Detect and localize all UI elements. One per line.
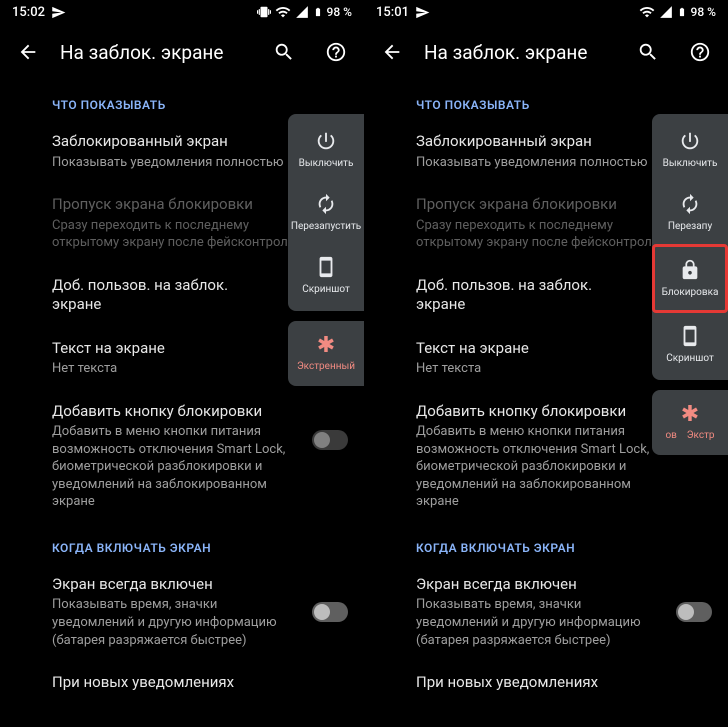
power-off-button[interactable]: Выключить	[652, 118, 728, 181]
screenshot-button[interactable]: Скриншот	[288, 244, 364, 307]
section-header-2: КОГДА ВКЛЮЧАТЬ ЭКРАН	[0, 523, 364, 563]
telegram-icon	[415, 5, 430, 20]
battery-icon	[313, 4, 323, 20]
asterisk-icon: ✱	[317, 335, 335, 357]
telegram-icon	[51, 5, 66, 20]
power-off-button[interactable]: Выключить	[288, 118, 364, 181]
status-bar: 15:02 98 %	[0, 0, 364, 24]
app-header: На заблок. экране	[364, 24, 728, 80]
signal-icon	[659, 5, 673, 19]
lockdown-button[interactable]: Блокировка	[652, 244, 728, 313]
status-bar: 15:01 98 %	[364, 0, 728, 24]
status-time: 15:02	[12, 5, 45, 20]
power-menu-group: Выключить Перезапустить Скриншот	[288, 114, 364, 311]
toggle-always-on[interactable]	[676, 602, 712, 622]
screen-right: 15:01 98 % На заблок. экране ЧТО ПОКАЗЫВ…	[364, 0, 728, 727]
emergency-button[interactable]: ✱ Экстренный	[288, 321, 364, 386]
back-button[interactable]	[8, 32, 48, 72]
screenshot-icon	[315, 256, 337, 278]
asterisk-icon: ✱	[681, 404, 699, 426]
emergency-button[interactable]: ✱ ов Экстр	[652, 390, 728, 455]
wifi-icon	[275, 4, 291, 20]
restart-icon	[315, 193, 337, 215]
app-header: На заблок. экране	[0, 24, 364, 80]
screenshot-button[interactable]: Скриншот	[652, 313, 728, 376]
status-battery: 98 %	[327, 5, 352, 19]
power-menu: Выключить Перезапу Блокировка Скриншот ✱…	[652, 114, 728, 455]
header-title: На заблок. экране	[60, 41, 252, 64]
power-menu-group: Выключить Перезапу Блокировка Скриншот	[652, 114, 728, 380]
setting-new-notifs[interactable]: При новых уведомлениях	[0, 661, 364, 705]
vibrate-icon	[257, 5, 271, 19]
power-icon	[679, 130, 701, 152]
status-battery: 98 %	[691, 5, 716, 19]
search-button[interactable]	[264, 32, 304, 72]
signal-icon	[295, 5, 309, 19]
power-menu: Выключить Перезапустить Скриншот ✱ Экстр…	[288, 114, 364, 386]
help-button[interactable]	[316, 32, 356, 72]
battery-icon	[677, 4, 687, 20]
back-button[interactable]	[372, 32, 412, 72]
screen-left: 15:02 98 % На заблок. экране ЧТО ПОКАЗЫВ…	[0, 0, 364, 727]
power-icon	[315, 130, 337, 152]
restart-button[interactable]: Перезапустить	[288, 181, 364, 244]
toggle-always-on[interactable]	[312, 602, 348, 622]
toggle-lockdown[interactable]	[312, 430, 348, 450]
setting-always-on[interactable]: Экран всегда включен Показывать время, з…	[0, 563, 364, 661]
setting-always-on[interactable]: Экран всегда включен Показывать время, з…	[364, 563, 728, 661]
lock-icon	[679, 259, 701, 281]
restart-icon	[679, 193, 701, 215]
screenshot-icon	[679, 325, 701, 347]
search-button[interactable]	[628, 32, 668, 72]
status-time: 15:01	[376, 5, 409, 20]
restart-button[interactable]: Перезапу	[652, 181, 728, 244]
help-button[interactable]	[680, 32, 720, 72]
header-title: На заблок. экране	[424, 41, 616, 64]
setting-lockdown-button[interactable]: Добавить кнопку блокировки Добавить в ме…	[0, 390, 364, 523]
setting-new-notifs[interactable]: При новых уведомлениях	[364, 661, 728, 705]
wifi-icon	[639, 4, 655, 20]
section-header-2: КОГДА ВКЛЮЧАТЬ ЭКРАН	[364, 523, 728, 563]
